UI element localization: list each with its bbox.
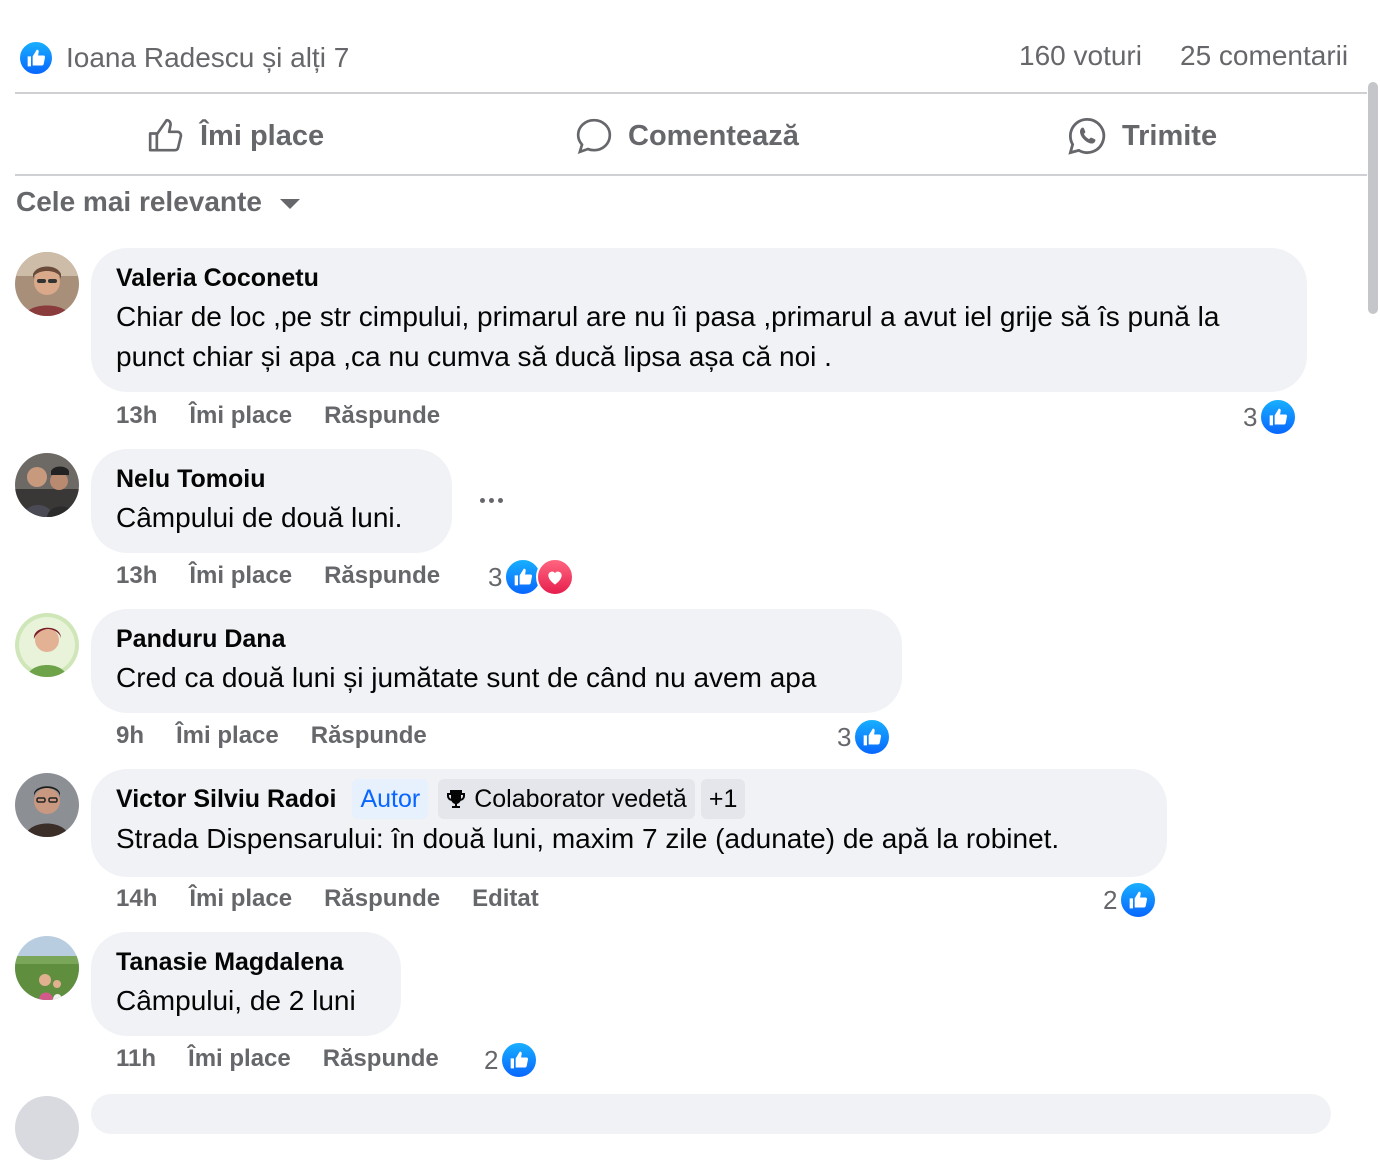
comment-reply-button[interactable]: Răspunde (323, 1045, 439, 1073)
reaction-summary[interactable]: Ioana Radescu și alți 7 (18, 40, 349, 76)
comment-button[interactable]: Comentează (574, 108, 799, 164)
avatar[interactable] (15, 1096, 79, 1160)
comment-reply-button[interactable]: Răspunde (324, 402, 440, 430)
whatsapp-icon (1068, 117, 1106, 155)
divider (15, 174, 1367, 176)
avatar[interactable] (15, 252, 79, 316)
reaction-count: 3 (837, 721, 852, 752)
comment-author[interactable]: Nelu Tomoiu (116, 465, 427, 494)
like-icon (500, 1041, 539, 1079)
comment-like-button[interactable]: Îmi place (188, 1045, 291, 1073)
comment-bubble: Tanasie Magdalena Câmpului, de 2 luni (91, 932, 401, 1036)
more-icon[interactable] (474, 483, 508, 517)
comment-like-button[interactable]: Îmi place (189, 402, 292, 430)
comment-text: Cred ca două luni și jumătate sunt de câ… (116, 662, 817, 693)
dropdown-caret-icon (279, 199, 300, 209)
avatar[interactable] (15, 773, 79, 837)
comment-author[interactable]: Valeria Coconetu (116, 264, 1282, 293)
like-icon (148, 118, 183, 152)
trophy-icon (447, 790, 466, 808)
comment-author[interactable]: Tanasie Magdalena (116, 948, 376, 977)
top-contributor-label: Colaborator vedetă (474, 784, 687, 813)
comment-reactions[interactable]: 3 (837, 718, 892, 756)
reactors-text: Ioana Radescu și alți 7 (66, 42, 350, 73)
top-contributor-badge[interactable]: Colaborator vedetă (438, 779, 695, 819)
comment-actions: 13h Îmi place Răspunde (116, 562, 440, 590)
comment-reactions[interactable]: 2 (1103, 881, 1158, 919)
reaction-count: 2 (1103, 884, 1118, 915)
comment-actions: 13h Îmi place Răspunde (116, 402, 440, 430)
comment-reply-button[interactable]: Răspunde (324, 885, 440, 913)
comment-reactions[interactable]: 3 (1243, 398, 1298, 436)
like-icon (1259, 398, 1298, 436)
more-badges[interactable]: +1 (700, 779, 746, 819)
comment-text: Strada Dispensarului: în două luni, maxi… (116, 823, 1060, 854)
comment-like-button[interactable]: Îmi place (176, 722, 279, 750)
comment-actions: 14h Îmi place Răspunde Editat (116, 885, 539, 913)
reaction-count: 2 (484, 1044, 499, 1075)
comment-bubble: Victor Silviu Radoi Autor Colaborator ve… (91, 769, 1167, 877)
edited-label[interactable]: Editat (472, 885, 539, 913)
comment-bubble: Valeria Coconetu Chiar de loc ,pe str ci… (91, 248, 1307, 392)
comment-time[interactable]: 9h (116, 722, 144, 750)
comment-text: Câmpului, de 2 luni (116, 985, 356, 1016)
comment-reactions[interactable]: 3 (488, 558, 575, 596)
comment-button-label: Comentează (628, 119, 799, 152)
like-icon (18, 40, 54, 76)
comment-like-button[interactable]: Îmi place (189, 885, 292, 913)
like-icon (853, 718, 892, 756)
author-badge: Autor (352, 779, 429, 819)
comment-author[interactable]: Victor Silviu Radoi (116, 785, 336, 814)
like-button[interactable]: Îmi place (146, 108, 324, 164)
reaction-count: 3 (1243, 401, 1258, 432)
sort-dropdown[interactable]: Cele mai relevante (16, 186, 300, 218)
comment-time[interactable]: 11h (116, 1045, 156, 1073)
comment-time[interactable]: 13h (116, 562, 157, 590)
comment-like-button[interactable]: Îmi place (189, 562, 292, 590)
divider (15, 92, 1367, 94)
heart-icon (536, 558, 575, 596)
comment-text: Chiar de loc ,pe str cimpului, primarul … (116, 301, 1220, 372)
comment-time[interactable]: 14h (116, 885, 157, 913)
comment-actions: 9h Îmi place Răspunde (116, 722, 427, 750)
next-comment-bubble (91, 1094, 1331, 1134)
comment-bubble: Nelu Tomoiu Câmpului de două luni. (91, 449, 452, 553)
comments-count[interactable]: 25 comentarii (1180, 40, 1348, 72)
comment-icon (576, 118, 612, 154)
comment-time[interactable]: 13h (116, 402, 157, 430)
comment-reactions[interactable]: 2 (484, 1041, 539, 1079)
comment-reply-button[interactable]: Răspunde (311, 722, 427, 750)
reaction-count: 3 (488, 561, 503, 592)
comment-actions: 11h Îmi place Răspunde (116, 1045, 439, 1073)
comment-bubble: Panduru Dana Cred ca două luni și jumăta… (91, 609, 902, 713)
like-button-label: Îmi place (200, 119, 325, 152)
scrollbar[interactable] (1368, 82, 1378, 314)
share-button[interactable]: Trimite (1066, 108, 1217, 164)
comment-author[interactable]: Panduru Dana (116, 625, 877, 654)
votes-count[interactable]: 160 voturi (1019, 40, 1142, 72)
sort-label: Cele mai relevante (16, 186, 262, 217)
like-icon (1119, 881, 1158, 919)
comment-text: Câmpului de două luni. (116, 502, 403, 533)
avatar[interactable] (15, 453, 79, 517)
share-button-label: Trimite (1122, 119, 1218, 152)
avatar[interactable] (15, 613, 79, 677)
avatar[interactable] (15, 936, 79, 1000)
comment-reply-button[interactable]: Răspunde (324, 562, 440, 590)
